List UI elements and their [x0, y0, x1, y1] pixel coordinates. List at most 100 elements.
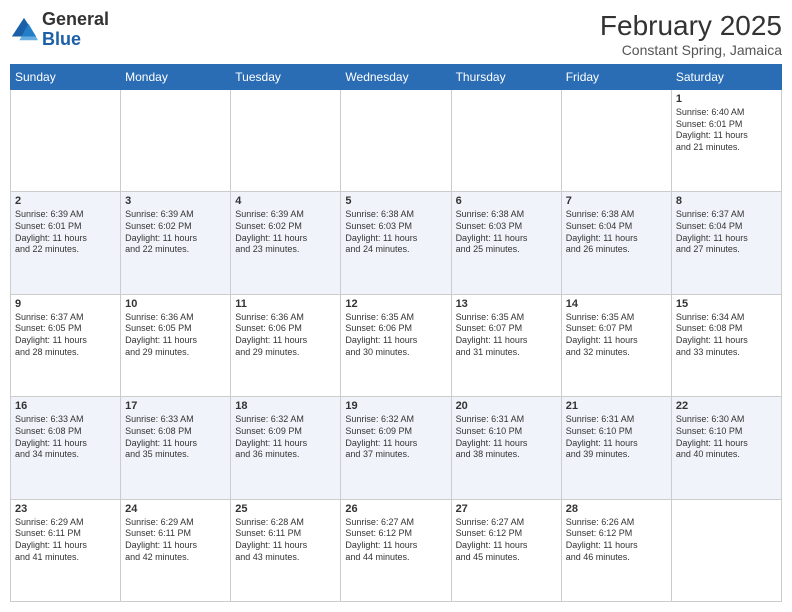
- table-row: [671, 499, 781, 601]
- calendar-week-row: 23 Sunrise: 6:29 AM Sunset: 6:11 PM Dayli…: [11, 499, 782, 601]
- col-saturday: Saturday: [671, 65, 781, 90]
- col-thursday: Thursday: [451, 65, 561, 90]
- day-detail: Sunrise: 6:38 AM Sunset: 6:04 PM Dayligh…: [566, 209, 667, 256]
- day-detail: Sunrise: 6:36 AM Sunset: 6:05 PM Dayligh…: [125, 312, 226, 359]
- day-detail: Sunrise: 6:39 AM Sunset: 6:01 PM Dayligh…: [15, 209, 116, 256]
- day-number: 16: [15, 400, 116, 412]
- day-detail: Sunrise: 6:30 AM Sunset: 6:10 PM Dayligh…: [676, 414, 777, 461]
- day-detail: Sunrise: 6:33 AM Sunset: 6:08 PM Dayligh…: [125, 414, 226, 461]
- table-row: 5 Sunrise: 6:38 AM Sunset: 6:03 PM Daylig…: [341, 192, 451, 294]
- day-number: 12: [345, 298, 446, 310]
- day-number: 24: [125, 503, 226, 515]
- day-number: 22: [676, 400, 777, 412]
- day-detail: Sunrise: 6:39 AM Sunset: 6:02 PM Dayligh…: [125, 209, 226, 256]
- table-row: 10 Sunrise: 6:36 AM Sunset: 6:05 PM Dayli…: [121, 294, 231, 396]
- day-detail: Sunrise: 6:36 AM Sunset: 6:06 PM Dayligh…: [235, 312, 336, 359]
- day-detail: Sunrise: 6:32 AM Sunset: 6:09 PM Dayligh…: [345, 414, 446, 461]
- table-row: 7 Sunrise: 6:38 AM Sunset: 6:04 PM Daylig…: [561, 192, 671, 294]
- day-detail: Sunrise: 6:38 AM Sunset: 6:03 PM Dayligh…: [345, 209, 446, 256]
- table-row: 3 Sunrise: 6:39 AM Sunset: 6:02 PM Daylig…: [121, 192, 231, 294]
- table-row: 2 Sunrise: 6:39 AM Sunset: 6:01 PM Daylig…: [11, 192, 121, 294]
- day-number: 1: [676, 93, 777, 105]
- day-detail: Sunrise: 6:37 AM Sunset: 6:04 PM Dayligh…: [676, 209, 777, 256]
- table-row: 4Sunrise: 6:39 AM Sunset: 6:02 PM Daylig…: [231, 192, 341, 294]
- calendar-week-row: 2 Sunrise: 6:39 AM Sunset: 6:01 PM Daylig…: [11, 192, 782, 294]
- table-row: 17 Sunrise: 6:33 AM Sunset: 6:08 PM Dayli…: [121, 397, 231, 499]
- header: General Blue February 2025 Constant Spri…: [10, 10, 782, 58]
- table-row: 13 Sunrise: 6:35 AM Sunset: 6:07 PM Dayli…: [451, 294, 561, 396]
- table-row: 22 Sunrise: 6:30 AM Sunset: 6:10 PM Dayli…: [671, 397, 781, 499]
- day-number: 26: [345, 503, 446, 515]
- table-row: 16 Sunrise: 6:33 AM Sunset: 6:08 PM Dayli…: [11, 397, 121, 499]
- logo-text: General Blue: [42, 10, 109, 50]
- table-row: [121, 90, 231, 192]
- day-number: 10: [125, 298, 226, 310]
- day-number: 3: [125, 195, 226, 207]
- day-detail: Sunrise: 6:28 AM Sunset: 6:11 PM Dayligh…: [235, 517, 336, 564]
- day-number: 7: [566, 195, 667, 207]
- day-number: 11: [235, 298, 336, 310]
- day-number: 8: [676, 195, 777, 207]
- day-detail: Sunrise: 6:34 AM Sunset: 6:08 PM Dayligh…: [676, 312, 777, 359]
- day-detail: Sunrise: 6:29 AM Sunset: 6:11 PM Dayligh…: [125, 517, 226, 564]
- table-row: 15 Sunrise: 6:34 AM Sunset: 6:08 PM Dayli…: [671, 294, 781, 396]
- day-number: 9: [15, 298, 116, 310]
- logo-blue: Blue: [42, 29, 81, 49]
- logo-icon: [10, 16, 38, 44]
- day-number: 18: [235, 400, 336, 412]
- table-row: [11, 90, 121, 192]
- calendar-week-row: 16 Sunrise: 6:33 AM Sunset: 6:08 PM Dayli…: [11, 397, 782, 499]
- table-row: 12Sunrise: 6:35 AM Sunset: 6:06 PM Dayli…: [341, 294, 451, 396]
- col-wednesday: Wednesday: [341, 65, 451, 90]
- title-block: February 2025 Constant Spring, Jamaica: [600, 10, 782, 58]
- table-row: [451, 90, 561, 192]
- day-number: 14: [566, 298, 667, 310]
- day-number: 28: [566, 503, 667, 515]
- table-row: 6 Sunrise: 6:38 AM Sunset: 6:03 PM Daylig…: [451, 192, 561, 294]
- day-number: 21: [566, 400, 667, 412]
- table-row: 21 Sunrise: 6:31 AM Sunset: 6:10 PM Dayli…: [561, 397, 671, 499]
- table-row: 24 Sunrise: 6:29 AM Sunset: 6:11 PM Dayli…: [121, 499, 231, 601]
- day-number: 19: [345, 400, 446, 412]
- day-detail: Sunrise: 6:35 AM Sunset: 6:07 PM Dayligh…: [566, 312, 667, 359]
- table-row: 14 Sunrise: 6:35 AM Sunset: 6:07 PM Dayli…: [561, 294, 671, 396]
- day-number: 2: [15, 195, 116, 207]
- location: Constant Spring, Jamaica: [600, 42, 782, 58]
- calendar-week-row: 9 Sunrise: 6:37 AM Sunset: 6:05 PM Daylig…: [11, 294, 782, 396]
- table-row: [231, 90, 341, 192]
- day-number: 27: [456, 503, 557, 515]
- col-sunday: Sunday: [11, 65, 121, 90]
- day-number: 25: [235, 503, 336, 515]
- day-number: 15: [676, 298, 777, 310]
- table-row: 27Sunrise: 6:27 AM Sunset: 6:12 PM Dayli…: [451, 499, 561, 601]
- table-row: 11 Sunrise: 6:36 AM Sunset: 6:06 PM Dayli…: [231, 294, 341, 396]
- page: General Blue February 2025 Constant Spri…: [0, 0, 792, 612]
- day-detail: Sunrise: 6:31 AM Sunset: 6:10 PM Dayligh…: [456, 414, 557, 461]
- logo: General Blue: [10, 10, 109, 50]
- day-detail: Sunrise: 6:31 AM Sunset: 6:10 PM Dayligh…: [566, 414, 667, 461]
- day-detail: Sunrise: 6:29 AM Sunset: 6:11 PM Dayligh…: [15, 517, 116, 564]
- table-row: [561, 90, 671, 192]
- calendar-week-row: 1Sunrise: 6:40 AM Sunset: 6:01 PM Daylig…: [11, 90, 782, 192]
- table-row: 23 Sunrise: 6:29 AM Sunset: 6:11 PM Dayli…: [11, 499, 121, 601]
- table-row: 20Sunrise: 6:31 AM Sunset: 6:10 PM Dayli…: [451, 397, 561, 499]
- table-row: [341, 90, 451, 192]
- day-detail: Sunrise: 6:35 AM Sunset: 6:07 PM Dayligh…: [456, 312, 557, 359]
- day-number: 5: [345, 195, 446, 207]
- table-row: 1Sunrise: 6:40 AM Sunset: 6:01 PM Daylig…: [671, 90, 781, 192]
- day-detail: Sunrise: 6:26 AM Sunset: 6:12 PM Dayligh…: [566, 517, 667, 564]
- day-number: 17: [125, 400, 226, 412]
- table-row: 26Sunrise: 6:27 AM Sunset: 6:12 PM Dayli…: [341, 499, 451, 601]
- day-number: 23: [15, 503, 116, 515]
- day-number: 6: [456, 195, 557, 207]
- day-number: 13: [456, 298, 557, 310]
- day-detail: Sunrise: 6:38 AM Sunset: 6:03 PM Dayligh…: [456, 209, 557, 256]
- col-friday: Friday: [561, 65, 671, 90]
- table-row: 9 Sunrise: 6:37 AM Sunset: 6:05 PM Daylig…: [11, 294, 121, 396]
- table-row: 19 Sunrise: 6:32 AM Sunset: 6:09 PM Dayli…: [341, 397, 451, 499]
- day-detail: Sunrise: 6:33 AM Sunset: 6:08 PM Dayligh…: [15, 414, 116, 461]
- day-detail: Sunrise: 6:37 AM Sunset: 6:05 PM Dayligh…: [15, 312, 116, 359]
- calendar-header-row: Sunday Monday Tuesday Wednesday Thursday…: [11, 65, 782, 90]
- col-monday: Monday: [121, 65, 231, 90]
- month-title: February 2025: [600, 10, 782, 42]
